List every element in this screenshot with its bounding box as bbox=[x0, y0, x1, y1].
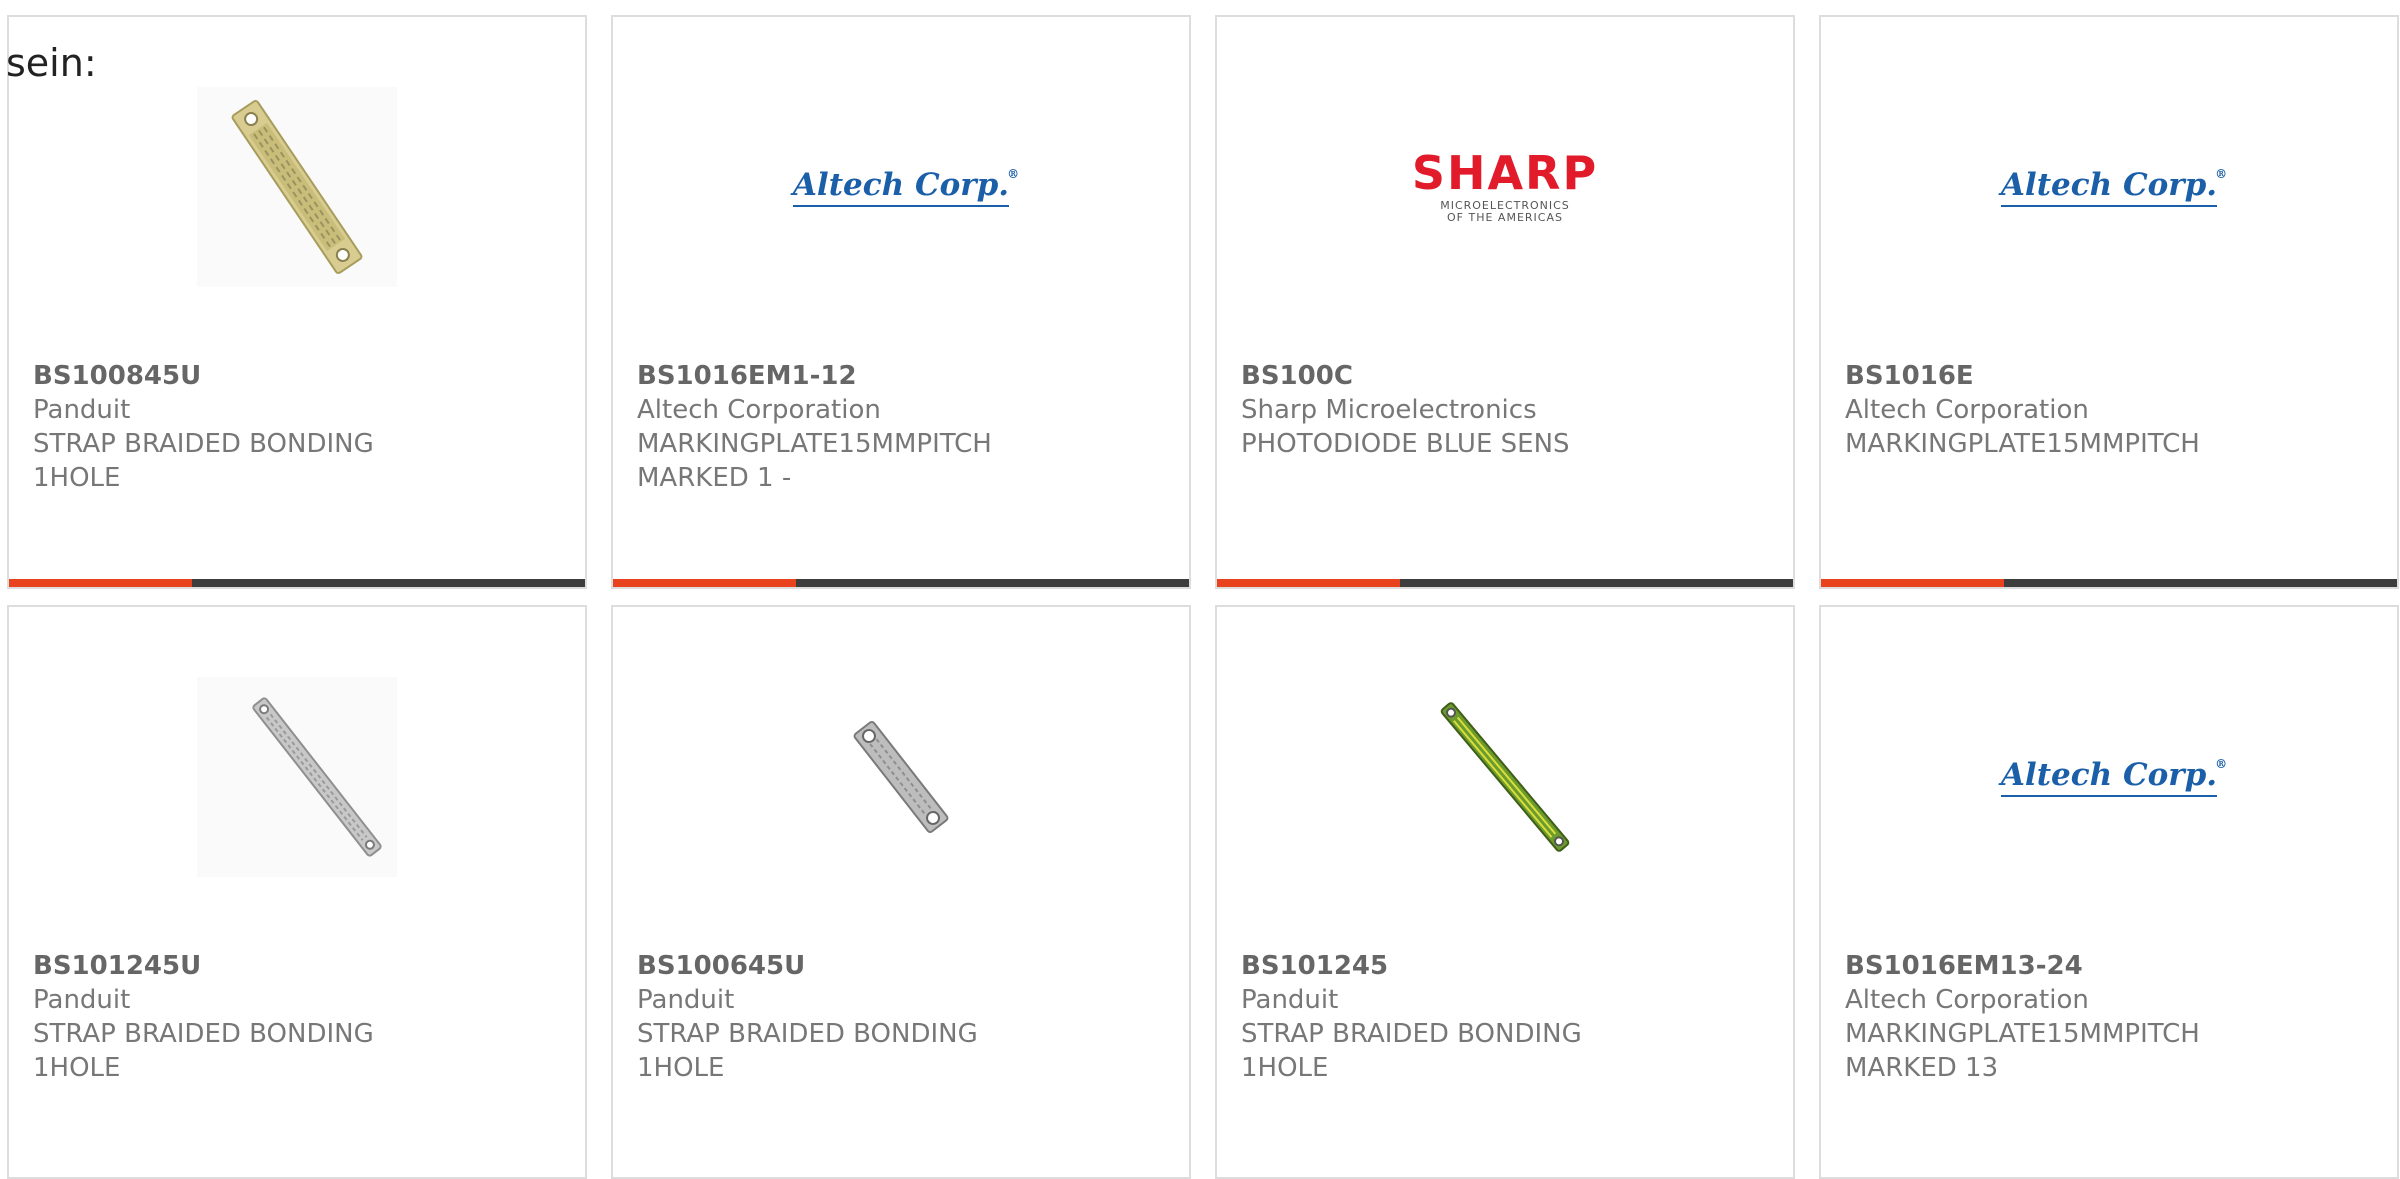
product-info: BS100845U Panduit STRAP BRAIDED BONDING … bbox=[33, 359, 565, 495]
altech-logo: Altech Corp. ® bbox=[2000, 757, 2227, 797]
logo-text: Altech Corp. bbox=[2000, 167, 2218, 203]
part-number[interactable]: BS1016EM1-12 bbox=[637, 359, 1169, 393]
card-accent-bar bbox=[613, 579, 796, 587]
description-line-1: MARKINGPLATE15MMPITCH bbox=[1845, 429, 2200, 459]
product-card[interactable]: BS100645U Panduit STRAP BRAIDED BONDING … bbox=[611, 605, 1191, 1179]
description-line-1: MARKINGPLATE15MMPITCH bbox=[637, 429, 992, 459]
altech-logo: Altech Corp. ® bbox=[2000, 167, 2227, 207]
card-accent-bar bbox=[9, 579, 192, 587]
product-info: BS100645U Panduit STRAP BRAIDED BONDING … bbox=[637, 949, 1169, 1085]
description-line-2: 1HOLE bbox=[33, 463, 121, 493]
braided-strap-gold-image bbox=[231, 100, 363, 274]
description-line-1: STRAP BRAIDED BONDING bbox=[33, 1019, 374, 1049]
part-number[interactable]: BS100C bbox=[1241, 359, 1773, 393]
sharp-logo: SHARP MICROELECTRONICS OF THE AMERICAS bbox=[1412, 150, 1598, 224]
card-footer-bar bbox=[1217, 579, 1793, 587]
card-footer-bar bbox=[9, 579, 585, 587]
part-number[interactable]: BS100645U bbox=[637, 949, 1169, 983]
product-card[interactable]: BS101245U Panduit STRAP BRAIDED BONDING … bbox=[7, 605, 587, 1179]
description-line-2: 1HOLE bbox=[1241, 1053, 1329, 1083]
card-accent-bar bbox=[1821, 579, 2004, 587]
manufacturer: Altech Corporation bbox=[1845, 985, 2089, 1015]
registered-mark: ® bbox=[1007, 167, 1020, 181]
description-line-2: MARKED 13 bbox=[1845, 1053, 1999, 1083]
description-line-2: 1HOLE bbox=[637, 1053, 725, 1083]
product-image-container: Altech Corp. ® bbox=[1821, 677, 2397, 877]
part-number[interactable]: BS100845U bbox=[33, 359, 565, 393]
manufacturer: Panduit bbox=[33, 985, 131, 1015]
manufacturer: Sharp Microelectronics bbox=[1241, 395, 1537, 425]
manufacturer: Altech Corporation bbox=[1845, 395, 2089, 425]
description-line-2: MARKED 1 - bbox=[637, 463, 792, 493]
product-info: BS1016E Altech Corporation MARKINGPLATE1… bbox=[1845, 359, 2377, 461]
product-image-container bbox=[9, 677, 585, 877]
product-image-container: Altech Corp. ® bbox=[1821, 87, 2397, 287]
product-info: BS100C Sharp Microelectronics PHOTODIODE… bbox=[1241, 359, 1773, 461]
manufacturer: Panduit bbox=[33, 395, 131, 425]
manufacturer: Altech Corporation bbox=[637, 395, 881, 425]
description-line-1: STRAP BRAIDED BONDING bbox=[637, 1019, 978, 1049]
description-line-1: STRAP BRAIDED BONDING bbox=[1241, 1019, 1582, 1049]
description-line-2: 1HOLE bbox=[33, 1053, 121, 1083]
description-line-1: STRAP BRAIDED BONDING bbox=[33, 429, 374, 459]
braided-strap-silver-image bbox=[252, 697, 382, 857]
product-info: BS1016EM1-12 Altech Corporation MARKINGP… bbox=[637, 359, 1169, 495]
registered-mark: ® bbox=[2215, 757, 2228, 771]
product-image bbox=[197, 87, 397, 287]
product-card[interactable]: SHARP MICROELECTRONICS OF THE AMERICAS B… bbox=[1215, 15, 1795, 589]
manufacturer: Panduit bbox=[637, 985, 735, 1015]
product-info: BS101245U Panduit STRAP BRAIDED BONDING … bbox=[33, 949, 565, 1085]
product-card[interactable]: Altech Corp. ® BS1016EM13-24 Altech Corpo… bbox=[1819, 605, 2399, 1179]
part-number[interactable]: BS101245 bbox=[1241, 949, 1773, 983]
description-line-1: MARKINGPLATE15MMPITCH bbox=[1845, 1019, 2200, 1049]
description-line-1: PHOTODIODE BLUE SENS bbox=[1241, 429, 1570, 459]
product-image-container: Altech Corp. ® bbox=[613, 87, 1189, 287]
product-image-container bbox=[613, 677, 1189, 877]
logo-text: SHARP bbox=[1411, 146, 1599, 200]
product-card[interactable]: Altech Corp. ® BS1016E Altech Corporation… bbox=[1819, 15, 2399, 589]
logo-text: Altech Corp. bbox=[792, 167, 1010, 203]
page-label: sein: bbox=[6, 41, 97, 85]
part-number[interactable]: BS1016E bbox=[1845, 359, 2377, 393]
card-footer-bar bbox=[1821, 579, 2397, 587]
logo-subtitle-2: OF THE AMERICAS bbox=[1447, 211, 1563, 224]
product-image-container bbox=[9, 87, 585, 287]
product-card[interactable]: BS100845U Panduit STRAP BRAIDED BONDING … bbox=[7, 15, 587, 589]
product-image-container: SHARP MICROELECTRONICS OF THE AMERICAS bbox=[1217, 87, 1793, 287]
product-card[interactable]: Altech Corp. ® BS1016EM1-12 Altech Corpor… bbox=[611, 15, 1191, 589]
manufacturer: Panduit bbox=[1241, 985, 1339, 1015]
product-image bbox=[197, 677, 397, 877]
registered-mark: ® bbox=[2215, 167, 2228, 181]
part-number[interactable]: BS1016EM13-24 bbox=[1845, 949, 2377, 983]
product-image-container bbox=[1217, 677, 1793, 877]
product-info: BS101245 Panduit STRAP BRAIDED BONDING 1… bbox=[1241, 949, 1773, 1085]
card-footer-bar bbox=[613, 579, 1189, 587]
product-card[interactable]: BS101245 Panduit STRAP BRAIDED BONDING 1… bbox=[1215, 605, 1795, 1179]
card-accent-bar bbox=[1217, 579, 1400, 587]
part-number[interactable]: BS101245U bbox=[33, 949, 565, 983]
product-grid: BS100845U Panduit STRAP BRAIDED BONDING … bbox=[7, 15, 2399, 1179]
braided-strap-green-yellow-image bbox=[1440, 702, 1570, 852]
product-info: BS1016EM13-24 Altech Corporation MARKING… bbox=[1845, 949, 2377, 1085]
logo-text: Altech Corp. bbox=[2000, 757, 2218, 793]
braided-strap-silver-short-image bbox=[853, 720, 949, 834]
altech-logo: Altech Corp. ® bbox=[792, 167, 1019, 207]
